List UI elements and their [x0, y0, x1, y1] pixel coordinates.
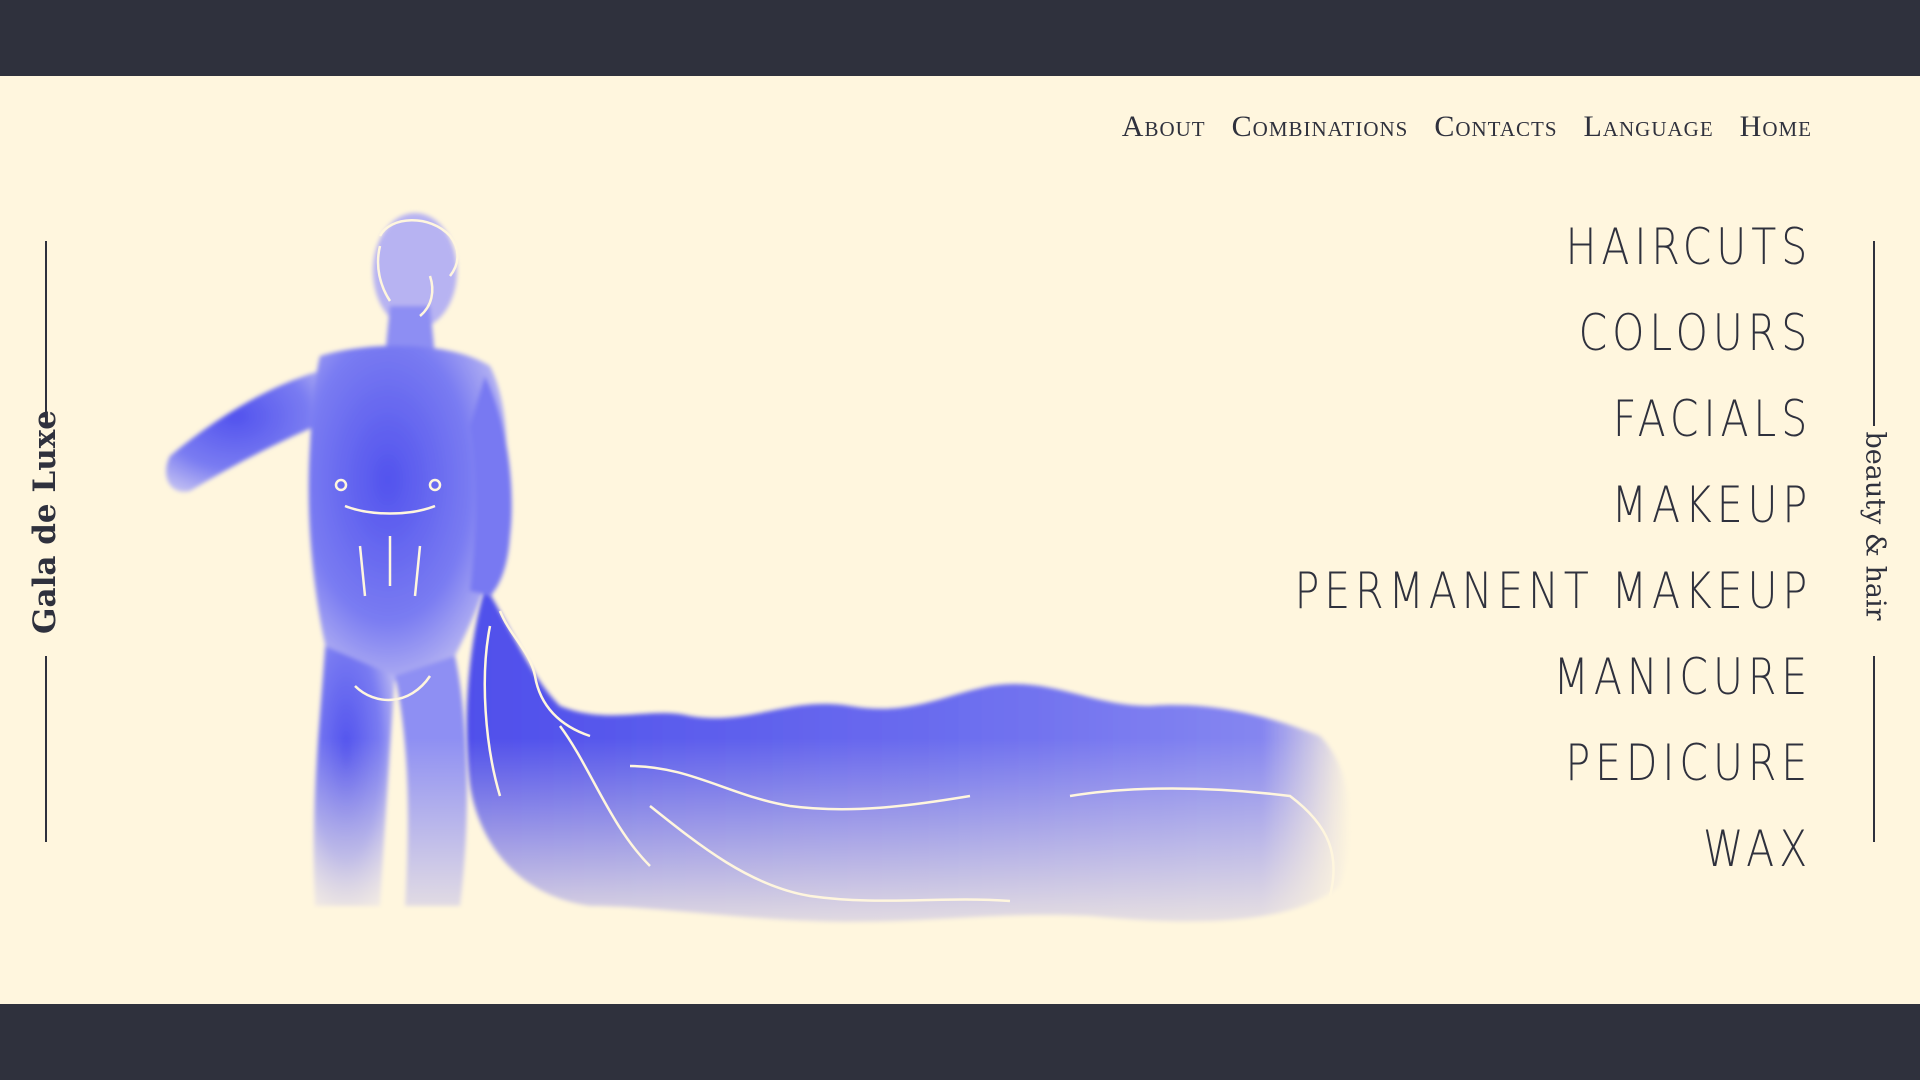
nav-language-link[interactable]: Language	[1584, 110, 1714, 144]
brand-tagline: beauty & hair	[1859, 431, 1891, 621]
brand-name-vertical: Gala de Luxe	[0, 410, 90, 634]
tagline-vertical: beauty & hair	[1830, 431, 1920, 620]
service-facials[interactable]: Facials	[1294, 376, 1812, 462]
nav-home-link[interactable]: Home	[1740, 110, 1812, 144]
service-makeup[interactable]: Makeup	[1294, 462, 1812, 548]
left-divider-top	[45, 241, 47, 426]
top-navigation: About Combinations Contacts Language Hom…	[1122, 110, 1812, 144]
right-divider-bottom	[1873, 656, 1875, 842]
service-manicure[interactable]: Manicure	[1294, 634, 1812, 720]
right-divider-top	[1873, 241, 1875, 426]
services-menu: Haircuts Colours Facials Makeup Permanen…	[1181, 204, 1812, 892]
left-divider-bottom	[45, 656, 47, 842]
nav-contacts-link[interactable]: Contacts	[1434, 110, 1557, 144]
page-content: About Combinations Contacts Language Hom…	[0, 76, 1920, 1004]
service-wax[interactable]: Wax	[1294, 806, 1812, 892]
statue-illustration	[90, 206, 1370, 966]
service-haircuts[interactable]: Haircuts	[1294, 204, 1812, 290]
service-permanent-makeup[interactable]: Permanent Makeup	[1294, 548, 1812, 634]
service-pedicure[interactable]: Pedicure	[1294, 720, 1812, 806]
nav-combinations-link[interactable]: Combinations	[1232, 110, 1409, 144]
nav-about-link[interactable]: About	[1122, 110, 1206, 144]
brand-name: Gala de Luxe	[27, 410, 63, 634]
service-colours[interactable]: Colours	[1294, 290, 1812, 376]
